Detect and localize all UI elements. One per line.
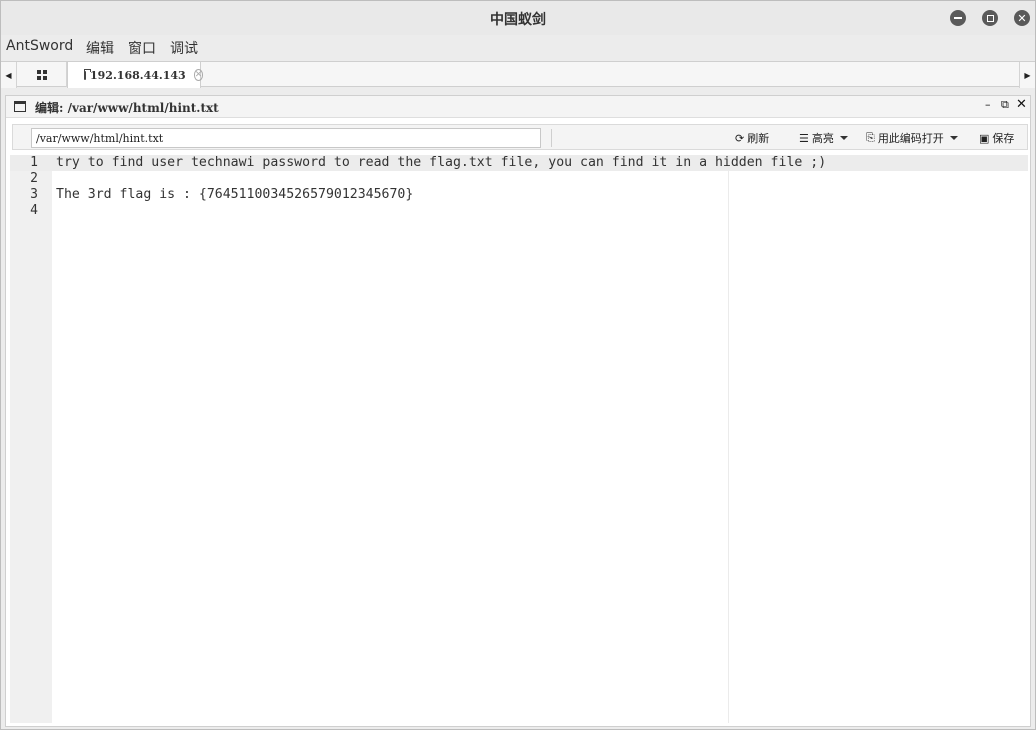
tab-scroll-right-button[interactable]: ▶ (1019, 62, 1035, 88)
close-icon: ✕ (1017, 11, 1027, 25)
save-label: 保存 (992, 132, 1015, 145)
menu-antsword[interactable]: AntSword (6, 38, 73, 54)
panel-restore-button[interactable]: ⧉ (1001, 98, 1009, 112)
panel-minimize-button[interactable]: – (985, 98, 991, 111)
refresh-icon: ⟳ (735, 131, 745, 145)
open-with-encoding-dropdown[interactable]: ⎘ 用此编码打开 (866, 130, 958, 146)
path-input[interactable] (31, 128, 541, 148)
title-bar: 中国蚁剑 ✕ (1, 1, 1035, 35)
tab-host-label: 192.168.44.143 (90, 68, 186, 82)
tab-bar: ◀ 192.168.44.143 ✕ ▶ (1, 61, 1035, 88)
window-title: 中国蚁剑 (490, 12, 546, 28)
maximize-button[interactable] (982, 10, 998, 26)
chevron-down-icon (949, 136, 958, 140)
menu-debug[interactable]: 调试 (170, 38, 198, 58)
line-number: 1 (30, 155, 38, 170)
menu-bar: AntSword 编辑 窗口 调试 (1, 35, 1035, 59)
tab-scroll-left-button[interactable]: ◀ (1, 62, 17, 88)
refresh-label: 刷新 (747, 132, 770, 145)
editor-panel: 编辑: /var/www/html/hint.txt – ⧉ ✕ ⟳ 刷新 ☰ … (5, 95, 1031, 727)
editor-toolbar: ⟳ 刷新 ☰ 高亮 ⎘ 用此编码打开 ▣ 保存 (12, 124, 1028, 150)
code-editor[interactable]: 1 try to find user technawi password to … (10, 155, 1028, 723)
save-button[interactable]: ▣ 保存 (979, 130, 1014, 146)
caret-right-icon: ▶ (1024, 70, 1031, 80)
toolbar-divider (551, 129, 552, 147)
open-with-encoding-label: 用此编码打开 (877, 132, 944, 145)
highlight-dropdown[interactable]: ☰ 高亮 (799, 130, 848, 146)
window-icon (14, 101, 26, 112)
refresh-button[interactable]: ⟳ 刷新 (735, 130, 769, 146)
close-window-button[interactable]: ✕ (1014, 10, 1030, 26)
tab-close-button[interactable]: ✕ (193, 69, 204, 81)
print-margin (728, 155, 729, 723)
minimize-icon (954, 17, 962, 19)
caret-left-icon: ◀ (5, 70, 12, 80)
panel-close-button[interactable]: ✕ (1016, 97, 1027, 112)
line-gutter (10, 155, 52, 723)
line-number: 3 (30, 187, 38, 202)
menu-edit[interactable]: 编辑 (86, 38, 114, 58)
code-line: The 3rd flag is : {764511003452657901234… (56, 187, 414, 202)
tab-home[interactable] (17, 62, 67, 87)
antsword-window: 中国蚁剑 ✕ AntSword 编辑 窗口 调试 ◀ 192.168.44.14… (0, 0, 1036, 730)
grid-icon (36, 69, 47, 80)
folder-icon (84, 68, 91, 80)
highlight-label: 高亮 (811, 132, 834, 145)
tab-host[interactable]: 192.168.44.143 ✕ (67, 61, 204, 88)
code-line: try to find user technawi password to re… (56, 155, 827, 170)
close-circle-icon: ✕ (194, 69, 203, 80)
list-icon: ☰ (799, 131, 809, 145)
line-number: 4 (30, 203, 38, 218)
panel-title: 编辑: /var/www/html/hint.txt (35, 101, 219, 115)
line-number: 2 (30, 171, 38, 186)
panel-header: 编辑: /var/www/html/hint.txt – ⧉ ✕ (6, 96, 1030, 118)
maximize-icon (986, 14, 994, 22)
save-icon: ▣ (979, 131, 990, 145)
minimize-button[interactable] (950, 10, 966, 26)
file-open-icon: ⎘ (866, 131, 875, 144)
chevron-down-icon (839, 136, 848, 140)
menu-window[interactable]: 窗口 (128, 38, 156, 58)
